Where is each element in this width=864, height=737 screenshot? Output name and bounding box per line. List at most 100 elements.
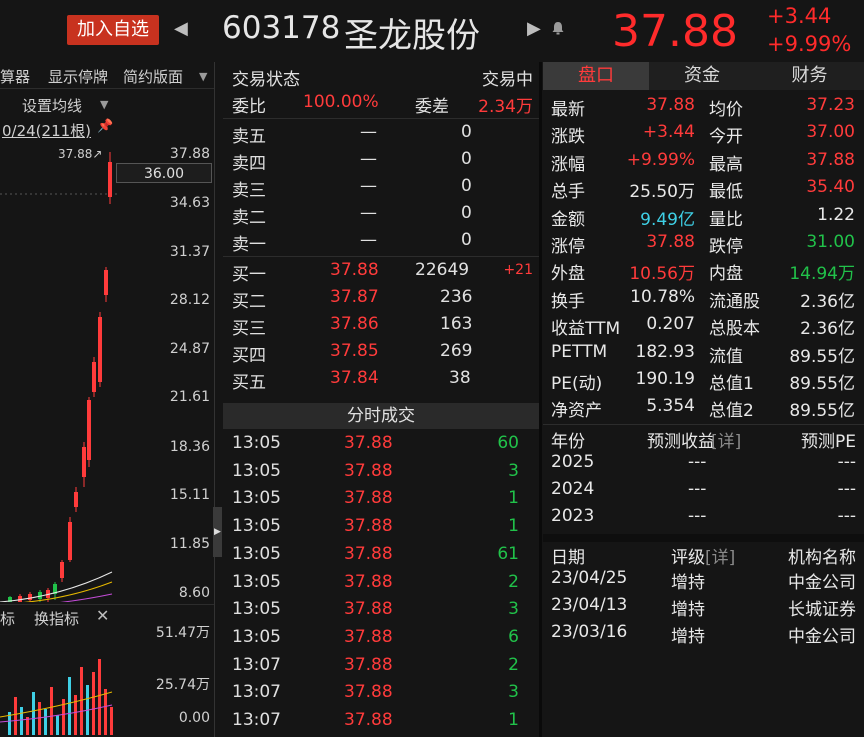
bid-label: 买四 bbox=[232, 346, 266, 366]
kline-chart-panel[interactable]: 算器 显示停牌 简约版面 ▼ 设置均线 ▼ 0/24(211根) 📌 37.88… bbox=[0, 62, 214, 737]
candle bbox=[82, 447, 86, 477]
candle bbox=[87, 400, 91, 460]
bid-row[interactable]: 买三 37.86 163 bbox=[223, 311, 539, 339]
forecast-detail-link[interactable]: [详] bbox=[711, 427, 741, 452]
ask-row[interactable]: 卖五 — 0 bbox=[223, 119, 539, 147]
close-icon[interactable]: ✕ bbox=[96, 606, 109, 625]
bid-row[interactable]: 买一 37.88 22649 +21 bbox=[223, 257, 539, 285]
rating-row[interactable]: 23/03/16 增持 中金公司 bbox=[543, 622, 864, 649]
quote-panel: 盘口 资金 财务 最新 37.88 均价 37.23 涨跌 +3.44 今开 37.00 涨幅 +… bbox=[543, 62, 864, 737]
quote-row: PE(动) 190.19 总值1 89.55亿 bbox=[543, 369, 864, 396]
quote-value: 37.88 bbox=[646, 95, 695, 115]
bid-label: 买三 bbox=[232, 319, 266, 339]
quote-value: 10.78% bbox=[630, 286, 695, 307]
quote-label: 最低 bbox=[709, 182, 743, 203]
quote-value: 89.55亿 bbox=[789, 346, 855, 367]
toolbar-calculator[interactable]: 算器 bbox=[0, 66, 30, 87]
tick-trades-header: 分时成交 bbox=[223, 403, 539, 429]
candlestick-chart bbox=[0, 152, 118, 602]
ask-volume: 0 bbox=[461, 149, 472, 169]
weicha-value: 2.34万 bbox=[478, 97, 533, 117]
candle bbox=[28, 594, 32, 600]
quote-label: 最新 bbox=[551, 100, 585, 120]
toolbar-show-suspended[interactable]: 显示停牌 bbox=[48, 66, 108, 87]
bid-volume: 22649 bbox=[415, 260, 470, 280]
quote-value: 182.93 bbox=[635, 341, 695, 362]
quote-row: 外盘 10.56万 内盘 14.94万 bbox=[543, 259, 864, 286]
bid-row[interactable]: 买二 37.87 236 bbox=[223, 284, 539, 312]
axis-label: 25.74万 bbox=[155, 677, 210, 693]
candle bbox=[68, 522, 72, 560]
bid-label: 买二 bbox=[232, 292, 266, 312]
add-watchlist-button[interactable]: 加入自选 bbox=[67, 15, 159, 45]
indicator-tab[interactable]: 标 bbox=[0, 608, 15, 629]
quote-label: 流通股 bbox=[709, 291, 760, 312]
tab-financial[interactable]: 财务 bbox=[755, 62, 864, 90]
chevron-down-icon[interactable]: ▼ bbox=[100, 98, 108, 111]
chevron-down-icon[interactable]: ▼ bbox=[199, 70, 207, 83]
ask-row[interactable]: 卖一 — 0 bbox=[223, 227, 539, 255]
quote-value: 25.50万 bbox=[629, 182, 695, 203]
trade-row: 13:05 37.88 1 bbox=[232, 516, 519, 536]
quote-value: 31.00 bbox=[806, 232, 855, 252]
ask-row[interactable]: 卖二 — 0 bbox=[223, 200, 539, 228]
forecast-row: 2024 --- --- bbox=[551, 479, 856, 499]
bid-price: 37.88 bbox=[330, 260, 379, 280]
ask-price: — bbox=[360, 176, 377, 196]
change-indicator-button[interactable]: 换指标 bbox=[34, 608, 79, 629]
trade-row: 13:05 37.88 61 bbox=[232, 544, 519, 564]
next-stock-icon[interactable]: ▶ bbox=[527, 18, 541, 39]
axis-label: 24.87 bbox=[169, 341, 210, 357]
toolbar-simple-layout[interactable]: 简约版面 bbox=[123, 66, 183, 87]
bid-price: 37.84 bbox=[330, 368, 379, 388]
tab-capital[interactable]: 资金 bbox=[649, 62, 755, 90]
trade-status-value: 交易中 bbox=[482, 70, 533, 90]
ask-row[interactable]: 卖四 — 0 bbox=[223, 146, 539, 174]
tab-pankou[interactable]: 盘口 bbox=[543, 62, 649, 90]
quote-label: PETTM bbox=[551, 341, 608, 362]
quote-row: 收益TTM 0.207 总股本 2.36亿 bbox=[543, 314, 864, 341]
bid-row[interactable]: 买五 37.84 38 bbox=[223, 365, 539, 393]
quote-label: 总值1 bbox=[709, 374, 754, 394]
candle bbox=[104, 270, 108, 295]
quote-value: 0.207 bbox=[646, 314, 695, 335]
ask-volume: 0 bbox=[461, 176, 472, 196]
rating-row[interactable]: 23/04/13 增持 长城证券 bbox=[543, 595, 864, 622]
candle bbox=[74, 492, 78, 507]
quote-label: 外盘 bbox=[551, 264, 585, 285]
ask-row[interactable]: 卖三 — 0 bbox=[223, 173, 539, 201]
rating-row[interactable]: 23/04/25 增持 中金公司 bbox=[543, 568, 864, 595]
trade-row: 13:07 37.88 2 bbox=[232, 655, 519, 675]
quote-label: 涨停 bbox=[551, 237, 585, 257]
rating-detail-link[interactable]: [详] bbox=[705, 543, 735, 568]
trade-row: 13:05 37.88 3 bbox=[232, 599, 519, 619]
forecast-header: 年份 预测收益 [详] 预测PE bbox=[543, 427, 864, 454]
candle bbox=[98, 317, 102, 382]
quote-row: 换手 10.78% 流通股 2.36亿 bbox=[543, 287, 864, 314]
quote-value: 89.55亿 bbox=[789, 401, 855, 422]
axis-label: 0.00 bbox=[178, 710, 210, 726]
alert-bell-icon[interactable] bbox=[551, 21, 565, 35]
pin-icon[interactable]: 📌 bbox=[97, 119, 113, 134]
quote-row: 涨幅 +9.99% 最高 37.88 bbox=[543, 150, 864, 177]
axis-label: 31.37 bbox=[169, 244, 210, 260]
axis-label: 8.60 bbox=[178, 585, 210, 601]
quote-value: 14.94万 bbox=[789, 264, 855, 285]
prev-stock-icon[interactable]: ◀ bbox=[174, 18, 188, 39]
tick-trades-list[interactable]: 13:05 37.88 60 13:05 37.88 3 13:05 37.88… bbox=[223, 430, 539, 737]
current-price-tag: 36.00 bbox=[116, 163, 212, 183]
last-price: 37.88 bbox=[612, 6, 738, 57]
ask-volume: 0 bbox=[461, 122, 472, 142]
collapse-panel-icon[interactable]: ▶ bbox=[213, 507, 222, 557]
bid-row[interactable]: 买四 37.85 269 bbox=[223, 338, 539, 366]
ask-price: — bbox=[360, 149, 377, 169]
trade-row: 13:05 37.88 6 bbox=[232, 627, 519, 647]
quote-value: 35.40 bbox=[806, 177, 855, 198]
change-percent: +9.99% bbox=[767, 32, 852, 56]
quote-row: 最新 37.88 均价 37.23 bbox=[543, 95, 864, 122]
ma-setting-button[interactable]: 设置均线 bbox=[22, 95, 82, 116]
bid-volume: 163 bbox=[440, 314, 473, 334]
stock-name: 圣龙股份 bbox=[344, 16, 480, 56]
quote-label: 内盘 bbox=[709, 264, 743, 285]
quote-label: 总手 bbox=[551, 182, 585, 203]
